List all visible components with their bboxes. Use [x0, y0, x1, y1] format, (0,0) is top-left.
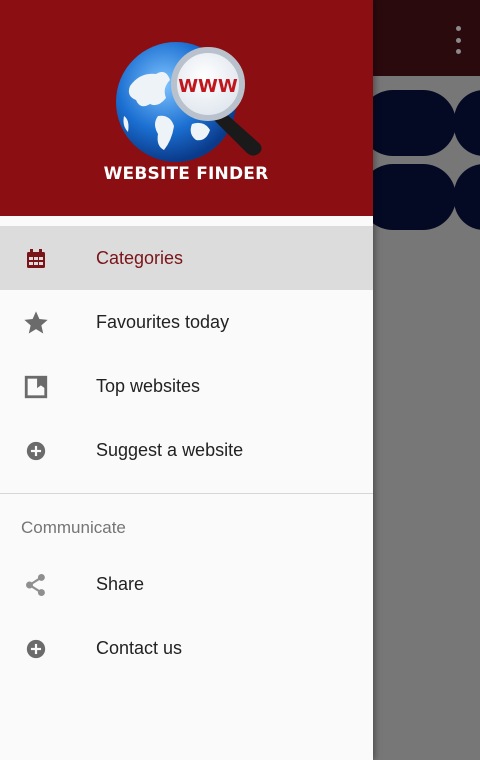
menu-item-label: Suggest a website [96, 439, 244, 460]
menu-item-label: Top websites [96, 375, 201, 396]
section-title-communicate: Communicate [0, 494, 373, 552]
logo-text: WEBSITE FINDER [103, 164, 269, 184]
app-screen: WWW WEBSITE FINDER Categories Favourites… [0, 0, 480, 760]
menu-item-label: Favourites today [96, 311, 230, 332]
star-icon [22, 310, 50, 336]
add-circle-icon [22, 636, 50, 662]
drawer-header: WWW WEBSITE FINDER [0, 0, 373, 216]
menu-item-favourites-today[interactable]: Favourites today [0, 290, 373, 354]
navigation-drawer: WWW WEBSITE FINDER Categories Favourites… [0, 0, 373, 760]
bookmark-page-icon [22, 374, 50, 400]
menu-item-label: Contact us [96, 637, 183, 658]
menu-item-contact-us[interactable]: Contact us [0, 616, 373, 680]
background-tile[interactable] [454, 90, 480, 156]
drawer-menu: Categories Favourites today Top websites… [0, 226, 373, 680]
menu-item-share[interactable]: Share [0, 552, 373, 616]
menu-item-suggest-website[interactable]: Suggest a website [0, 418, 373, 482]
background-tile[interactable] [360, 164, 456, 230]
menu-item-label: Share [96, 573, 145, 594]
add-circle-icon [22, 438, 50, 464]
background-tile[interactable] [360, 90, 456, 156]
app-logo: WWW WEBSITE FINDER [100, 24, 272, 194]
menu-item-categories[interactable]: Categories [0, 226, 373, 290]
more-vert-icon[interactable] [454, 26, 462, 54]
menu-item-label: Categories [96, 247, 184, 268]
menu-item-top-websites[interactable]: Top websites [0, 354, 373, 418]
share-icon [22, 572, 50, 598]
background-tile[interactable] [454, 164, 480, 230]
section-title-text: Communicate [21, 518, 126, 537]
calendar-icon [22, 246, 50, 272]
www-badge-text: WWW [178, 76, 238, 97]
